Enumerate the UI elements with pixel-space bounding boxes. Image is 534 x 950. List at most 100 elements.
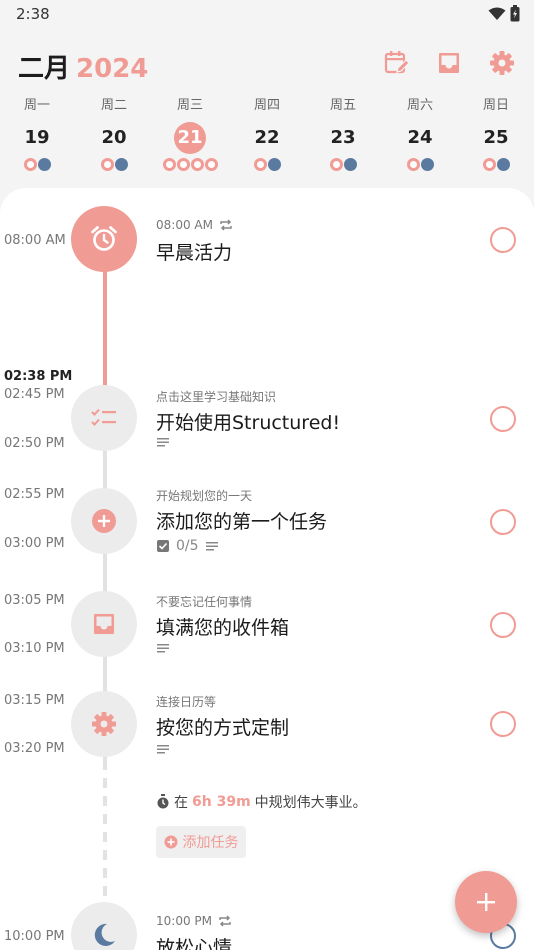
checkbox-checked-icon bbox=[157, 540, 169, 552]
notes-icon bbox=[157, 438, 169, 447]
inbox-button[interactable] bbox=[434, 48, 464, 78]
day-number: 25 bbox=[483, 127, 509, 148]
task-end-time: 03:00 PM bbox=[4, 536, 65, 551]
add-task-button[interactable]: 添加任务 bbox=[156, 826, 246, 858]
task-subtitle: 08:00 AM bbox=[156, 218, 233, 232]
task-dot-icon bbox=[204, 158, 218, 171]
task-subtitle-text: 点击这里学习基础知识 bbox=[156, 390, 277, 404]
task-meta: 0/5 bbox=[156, 538, 219, 554]
task-time-range: 08:00 AM bbox=[156, 218, 213, 232]
month-title: 二月 2024 bbox=[18, 48, 148, 85]
task-title[interactable]: 填满您的收件箱 bbox=[156, 613, 289, 640]
task-icon-button[interactable] bbox=[71, 488, 137, 554]
day-of-week: 周六 bbox=[406, 98, 433, 113]
week-strip: 周一 19 周二 20 周三 21 周四 22 周五 23 周六 24 周日 2… bbox=[0, 96, 534, 176]
task-subtitle-text: 不要忘记任何事情 bbox=[156, 595, 253, 609]
task-complete-checkbox[interactable] bbox=[490, 509, 516, 535]
checklist-icon bbox=[91, 408, 116, 426]
day-number: 21 bbox=[174, 122, 206, 154]
day-of-week: 周二 bbox=[100, 98, 127, 113]
battery-icon bbox=[510, 5, 520, 22]
edit-calendar-icon bbox=[384, 51, 410, 74]
task-dot-icon bbox=[162, 158, 176, 171]
day-24[interactable]: 周六 24 bbox=[390, 96, 450, 172]
task-title[interactable]: 开始使用Structured! bbox=[156, 408, 340, 435]
night-dot-icon bbox=[496, 158, 510, 171]
timeline-sheet[interactable] bbox=[0, 188, 534, 950]
task-end-time: 02:50 PM bbox=[4, 436, 65, 451]
task-complete-checkbox[interactable] bbox=[490, 406, 516, 432]
timer-icon bbox=[157, 794, 169, 809]
wifi-icon bbox=[488, 7, 506, 20]
task-end-time: 03:10 PM bbox=[4, 641, 65, 656]
task-icon-button[interactable] bbox=[71, 691, 137, 757]
task-dot-icon bbox=[253, 158, 267, 171]
free-time-duration: 6h 39m bbox=[192, 794, 251, 810]
day-number: 19 bbox=[24, 127, 50, 148]
task-complete-checkbox[interactable] bbox=[490, 227, 516, 253]
day-20[interactable]: 周二 20 bbox=[84, 96, 144, 172]
task-title[interactable]: 放松心情 bbox=[156, 933, 232, 950]
task-complete-checkbox[interactable] bbox=[490, 612, 516, 638]
task-title[interactable]: 添加您的第一个任务 bbox=[156, 507, 327, 534]
inbox-icon bbox=[94, 614, 114, 634]
night-dot-icon bbox=[37, 158, 51, 171]
task-start-time: 03:05 PM bbox=[4, 593, 65, 608]
add-fab-button[interactable] bbox=[455, 871, 517, 933]
year-label: 2024 bbox=[76, 54, 149, 84]
day-number: 22 bbox=[254, 127, 280, 148]
task-dot-icon bbox=[406, 158, 420, 171]
task-subtitle: 连接日历等 bbox=[156, 693, 216, 710]
task-complete-checkbox[interactable] bbox=[490, 711, 516, 737]
day-dots bbox=[313, 158, 373, 172]
task-icon-button[interactable] bbox=[71, 385, 137, 451]
day-of-week: 周三 bbox=[176, 98, 203, 113]
notes-icon bbox=[205, 542, 218, 551]
month-label: 二月 bbox=[18, 54, 71, 84]
day-of-week: 周五 bbox=[329, 98, 356, 113]
status-bar: 2:38 bbox=[0, 0, 534, 28]
task-meta bbox=[156, 436, 170, 448]
settings-button[interactable] bbox=[487, 48, 517, 78]
task-subtitle-text: 开始规划您的一天 bbox=[156, 489, 253, 503]
day-of-week: 周一 bbox=[23, 98, 50, 113]
notes-icon bbox=[157, 745, 169, 754]
day-number: 20 bbox=[101, 127, 127, 148]
day-number: 24 bbox=[407, 127, 433, 148]
free-time-message: 在 6h 39m 中规划伟大事业。 bbox=[156, 792, 367, 812]
day-25[interactable]: 周日 25 bbox=[466, 96, 526, 172]
task-start-time: 03:15 PM bbox=[4, 693, 65, 708]
task-title[interactable]: 按您的方式定制 bbox=[156, 713, 289, 740]
free-time-prefix: 在 bbox=[174, 795, 188, 811]
task-subtitle: 10:00 PM bbox=[156, 914, 232, 928]
day-dots bbox=[237, 158, 297, 172]
inbox-icon bbox=[439, 53, 459, 73]
edit-calendar-button[interactable] bbox=[382, 48, 412, 78]
gear-icon bbox=[92, 712, 116, 736]
day-23[interactable]: 周五 23 bbox=[313, 96, 373, 172]
task-title[interactable]: 早晨活力 bbox=[156, 238, 232, 265]
task-start-time: 02:45 PM bbox=[4, 387, 65, 402]
alarm-icon bbox=[91, 226, 117, 251]
timeline-free-dashed-line bbox=[103, 760, 107, 910]
night-dot-icon bbox=[343, 158, 357, 171]
status-icons bbox=[488, 5, 520, 22]
day-21[interactable]: 周三 21 bbox=[160, 96, 220, 172]
task-dot-icon bbox=[100, 158, 114, 171]
day-22[interactable]: 周四 22 bbox=[237, 96, 297, 172]
free-time-suffix: 中规划伟大事业。 bbox=[254, 795, 367, 811]
day-dots bbox=[390, 158, 450, 172]
task-dot-icon bbox=[23, 158, 37, 171]
header: 二月 2024 bbox=[0, 40, 534, 90]
day-dots bbox=[466, 158, 526, 172]
plus-icon bbox=[477, 893, 495, 911]
task-icon-button[interactable] bbox=[71, 206, 137, 272]
day-19[interactable]: 周一 19 bbox=[7, 96, 67, 172]
day-of-week: 周日 bbox=[482, 98, 509, 113]
plus-circle-icon bbox=[164, 835, 177, 849]
task-start-time: 08:00 AM bbox=[4, 233, 66, 248]
task-start-time: 02:55 PM bbox=[4, 487, 65, 502]
current-time-label: 02:38 PM bbox=[4, 369, 73, 384]
moon-icon bbox=[94, 923, 115, 946]
task-icon-button[interactable] bbox=[71, 591, 137, 657]
